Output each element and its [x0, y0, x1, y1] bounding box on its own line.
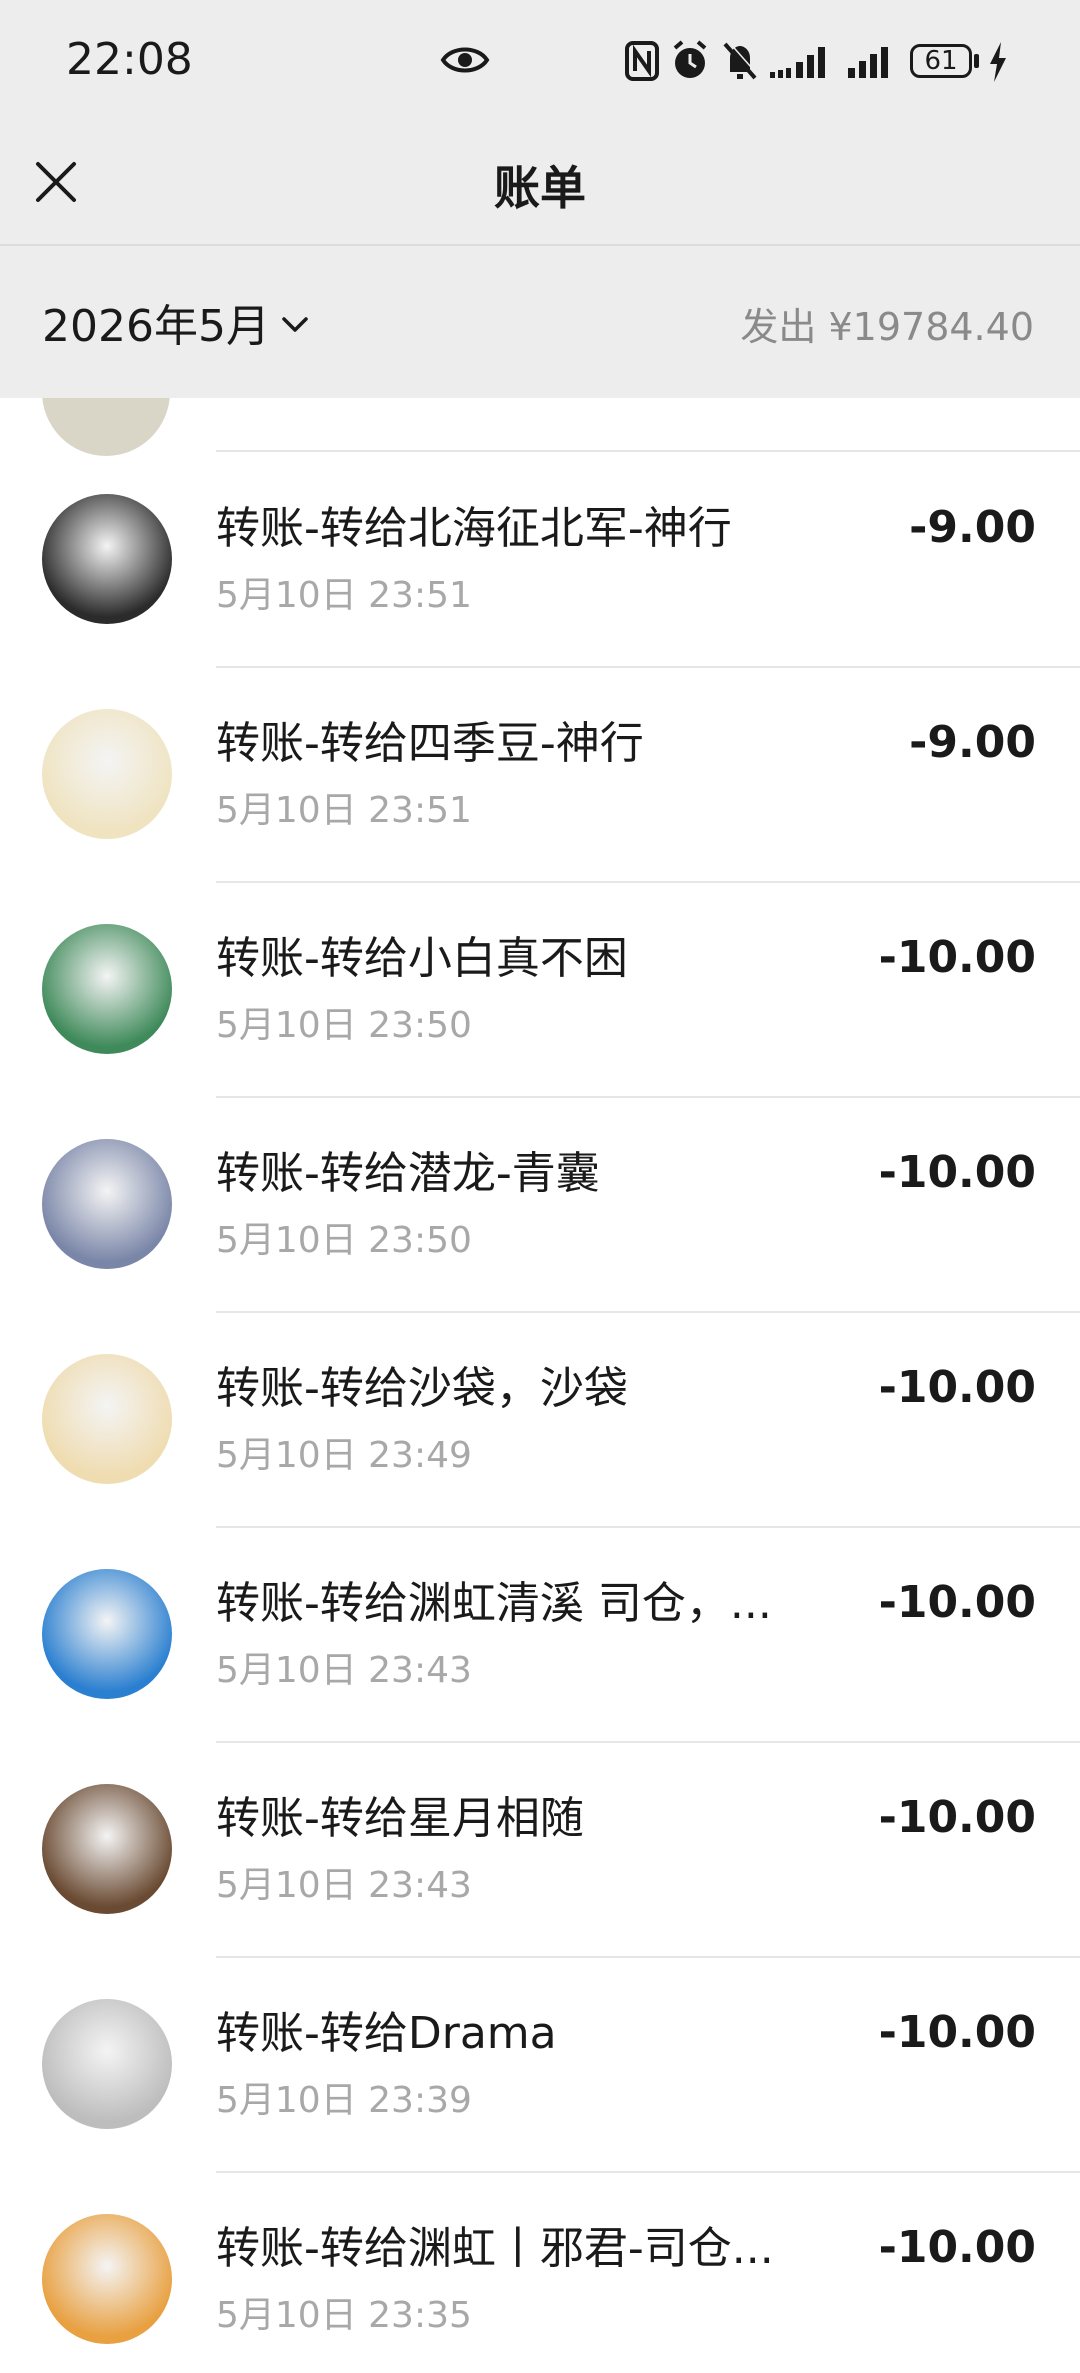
summary-amount: ¥19784.40 — [828, 305, 1035, 349]
avatar — [42, 1139, 172, 1269]
transaction-amount: -10.00 — [878, 1147, 1036, 1198]
avatar — [42, 494, 172, 624]
battery-icon: 61 — [910, 44, 972, 78]
transaction-time: 5月10日 23:50 — [216, 1220, 472, 1261]
transaction-amount: -10.00 — [878, 1792, 1036, 1843]
transaction-row[interactable]: 转账-转给星月相随 5月10日 23:43 -10.00 — [0, 1742, 1080, 1958]
transaction-row[interactable]: 转账-转给北海征北军-神行 5月10日 23:51 -9.00 — [0, 452, 1080, 668]
month-label: 2026年5月 — [42, 301, 270, 352]
transaction-time: 5月10日 23:51 — [216, 575, 472, 616]
transaction-title: 转账-转给小白真不困 — [216, 933, 628, 984]
transaction-row[interactable]: 转账-转给Drama 5月10日 23:39 -10.00 — [0, 1957, 1080, 2173]
transaction-list[interactable]: 转账-转给北海征北军-神行 5月10日 23:51 -9.00 转账-转给四季豆-神行… — [0, 398, 1080, 2373]
transaction-title: 转账-转给星月相随 — [216, 1793, 584, 1844]
transaction-title: 转账-转给潜龙-青囊 — [216, 1148, 600, 1199]
filter-bar: 2026年5月 发出 ¥19784.40 — [0, 246, 1080, 398]
transaction-title: 转账-转给渊虹丨邪君-司仓... — [216, 2223, 774, 2274]
transaction-row[interactable]: 转账-转给潜龙-青囊 5月10日 23:50 -10.00 — [0, 1097, 1080, 1313]
transaction-amount: -10.00 — [878, 1577, 1036, 1628]
transaction-amount: -10.00 — [878, 1362, 1036, 1413]
avatar — [42, 398, 170, 456]
transaction-row[interactable]: 转账-转给小白真不困 5月10日 23:50 -10.00 — [0, 882, 1080, 1098]
alarm-icon — [673, 40, 707, 78]
avatar — [42, 1999, 172, 2129]
transaction-time: 5月10日 23:49 — [216, 1435, 472, 1476]
transaction-title: 转账-转给四季豆-神行 — [216, 718, 644, 769]
transaction-amount: -10.00 — [878, 2222, 1036, 2273]
transaction-amount: -10.00 — [878, 932, 1036, 983]
avatar — [42, 1354, 172, 1484]
transaction-time: 5月10日 23:43 — [216, 1865, 472, 1906]
transaction-title: 转账-转给北海征北军-神行 — [216, 503, 732, 554]
transaction-row[interactable]: 转账-转给四季豆-神行 5月10日 23:51 -9.00 — [0, 667, 1080, 883]
mute-icon — [723, 40, 759, 80]
transaction-amount: -9.00 — [909, 717, 1036, 768]
month-selector[interactable]: 2026年5月 — [42, 290, 308, 352]
transaction-time: 5月10日 23:35 — [216, 2295, 472, 2336]
avatar — [42, 709, 172, 839]
transaction-title: 转账-转给沙袋，沙袋 — [216, 1363, 628, 1414]
transaction-title: 转账-转给渊虹清溪 司仓，... — [216, 1578, 772, 1629]
avatar — [42, 924, 172, 1054]
spending-summary: 发出 ¥19784.40 — [740, 296, 1034, 351]
status-time: 22:08 — [66, 34, 193, 85]
transaction-amount: -9.00 — [909, 502, 1036, 553]
eye-icon — [440, 38, 490, 86]
transaction-row[interactable]: 转账-转给渊虹清溪 司仓，... 5月10日 23:43 -10.00 — [0, 1527, 1080, 1743]
charging-icon — [990, 42, 1006, 82]
avatar — [42, 1784, 172, 1914]
transaction-amount: -10.00 — [878, 2007, 1036, 2058]
transaction-row[interactable]: 转账-转给沙袋，沙袋 5月10日 23:49 -10.00 — [0, 1312, 1080, 1528]
chevron-down-icon — [282, 317, 308, 332]
transaction-title: 转账-转给Drama — [216, 2008, 557, 2059]
transaction-time: 5月10日 23:39 — [216, 2080, 472, 2121]
avatar — [42, 2214, 172, 2344]
nav-bar: 账单 — [0, 120, 1080, 244]
status-bar: 22:08 61 — [0, 0, 1080, 120]
signal-icon — [848, 47, 888, 78]
nfc-icon — [625, 41, 659, 81]
transaction-time: 5月10日 23:50 — [216, 1005, 472, 1046]
summary-label: 发出 — [740, 305, 817, 349]
transaction-row[interactable]: 转账-转给渊虹丨邪君-司仓... 5月10日 23:35 -10.00 — [0, 2172, 1080, 2373]
signal-icon — [770, 47, 825, 78]
transaction-time: 5月10日 23:51 — [216, 790, 472, 831]
page-title: 账单 — [494, 161, 586, 215]
avatar — [42, 1569, 172, 1699]
battery-tip — [974, 54, 979, 68]
transaction-time: 5月10日 23:43 — [216, 1650, 472, 1691]
